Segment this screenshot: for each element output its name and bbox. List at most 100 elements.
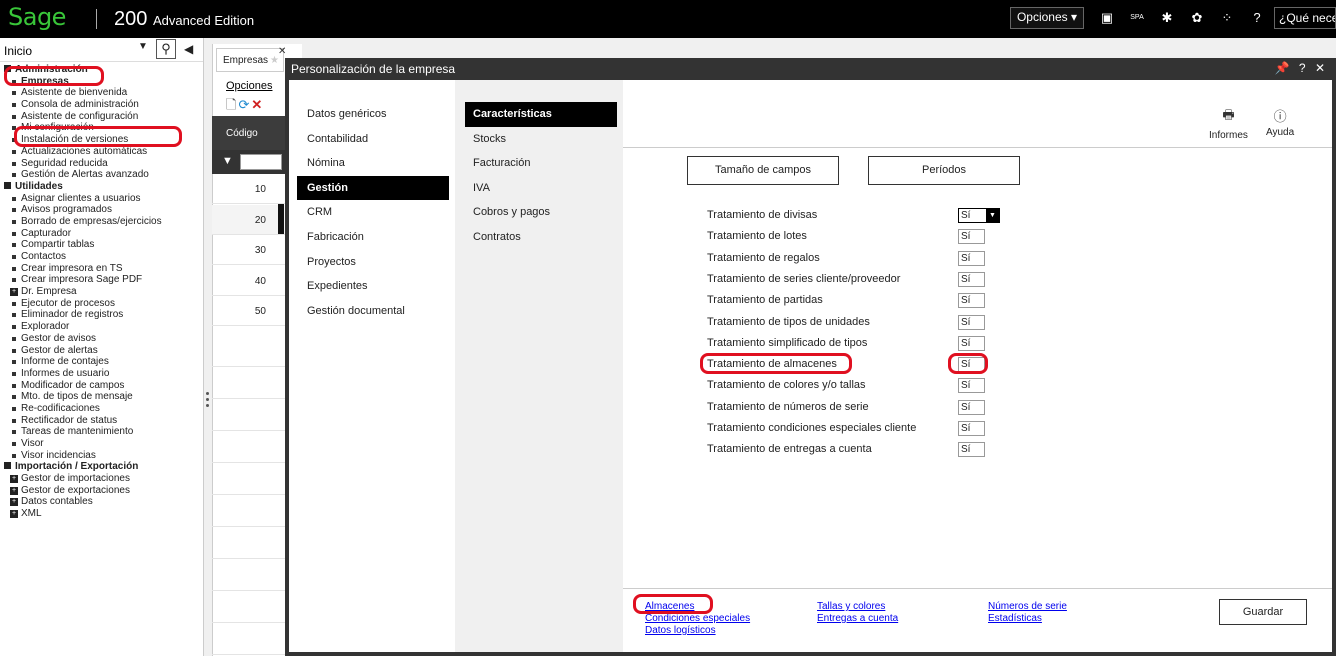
table-row[interactable]: 50 — [212, 296, 288, 326]
table-row[interactable]: 10 — [212, 174, 288, 204]
category-item[interactable]: Fabricación — [289, 225, 455, 250]
help-icon[interactable]: ? — [1299, 61, 1309, 75]
table-row[interactable]: 40 — [212, 266, 288, 296]
sidebar-item[interactable]: + Gestor de exportaciones — [0, 485, 203, 497]
link-datos-logisticos[interactable]: Datos logísticos — [645, 625, 716, 636]
table-row[interactable]: 20 — [212, 204, 288, 235]
setting-value-select[interactable]: Sí ▼ — [958, 208, 1000, 223]
sidebar-item[interactable]: Asistente de bienvenida — [0, 87, 203, 99]
setting-value-select[interactable]: Sí — [958, 293, 985, 309]
delete-icon[interactable]: ✕ — [251, 97, 264, 112]
expand-plus-icon[interactable]: + — [10, 498, 18, 507]
pin-icon[interactable]: 📌 — [1275, 61, 1293, 75]
sidebar-item[interactable]: Gestión de Alertas avanzado — [0, 169, 203, 181]
splitter-handle[interactable] — [206, 392, 210, 412]
sidebar-item[interactable]: Avisos programados — [0, 204, 203, 216]
category-item[interactable]: CRM — [289, 200, 455, 225]
subcategory-item[interactable]: Características — [465, 102, 617, 127]
sidebar-item[interactable]: + Datos contables — [0, 496, 203, 508]
collapse-sidebar-icon[interactable]: ◀ — [184, 42, 193, 56]
search-icon[interactable]: ⚲ — [156, 39, 176, 59]
support-icon[interactable]: ✿ — [1184, 8, 1210, 28]
sidebar-item[interactable]: Seguridad reducida — [0, 158, 203, 170]
sidebar-item[interactable]: Visor — [0, 438, 203, 450]
guardar-button[interactable]: Guardar — [1219, 599, 1307, 625]
sidebar-section[interactable]: Utilidades — [0, 181, 203, 193]
subcategory-item[interactable]: Facturación — [455, 151, 623, 176]
settings-icon[interactable]: ✱ — [1154, 8, 1180, 28]
link-estadisticas[interactable]: Estadísticas — [988, 613, 1042, 624]
setting-value-select[interactable]: Sí — [958, 399, 985, 415]
sidebar-item[interactable]: Asistente de configuración — [0, 111, 203, 123]
sidebar-item[interactable]: Borrado de empresas/ejercicios — [0, 216, 203, 228]
informes-button[interactable]: 🖶 Informes — [1209, 106, 1248, 141]
expand-plus-icon[interactable]: + — [10, 486, 18, 495]
expand-plus-icon[interactable]: + — [10, 510, 18, 519]
filter-input[interactable] — [240, 154, 282, 170]
help-search-input[interactable]: ¿Qué necesit — [1274, 7, 1336, 29]
sidebar-item[interactable]: Contactos — [0, 251, 203, 263]
collapse-square-icon[interactable] — [4, 181, 11, 189]
table-row[interactable]: 30 — [212, 235, 288, 265]
setting-value-select[interactable]: Sí — [958, 442, 985, 458]
category-item[interactable]: Contabilidad — [289, 127, 455, 152]
tab-empresas[interactable]: Empresas ★ — [216, 48, 284, 72]
sidebar-item[interactable]: Mto. de tipos de mensaje — [0, 391, 203, 403]
expand-plus-icon[interactable]: + — [10, 288, 18, 297]
sidebar-item[interactable]: Modificador de campos — [0, 380, 203, 392]
chevron-down-icon[interactable]: ▼ — [138, 41, 148, 52]
close-tab-icon[interactable]: ✕ — [278, 46, 286, 57]
close-icon[interactable]: ✕ — [1315, 61, 1328, 75]
sidebar-item[interactable]: + Dr. Empresa — [0, 286, 203, 298]
chevron-down-icon[interactable]: ▼ — [986, 209, 999, 222]
subcategory-item[interactable]: Cobros y pagos — [455, 200, 623, 225]
category-item[interactable]: Expedientes — [289, 274, 455, 299]
subcategory-item[interactable]: Contratos — [455, 225, 623, 250]
collapse-square-icon[interactable] — [4, 462, 11, 470]
sidebar-item[interactable]: Crear impresora en TS — [0, 263, 203, 275]
help-icon[interactable]: ? — [1244, 8, 1270, 28]
link-tallas-colores[interactable]: Tallas y colores — [817, 601, 885, 612]
link-numeros-serie[interactable]: Números de serie — [988, 601, 1067, 612]
sidebar-item[interactable]: Gestor de avisos — [0, 333, 203, 345]
sidebar-item[interactable]: Tareas de mantenimiento — [0, 426, 203, 438]
category-item[interactable]: Gestión documental — [289, 299, 455, 324]
link-condiciones-especiales[interactable]: Condiciones especiales — [645, 613, 750, 624]
category-item[interactable]: Proyectos — [289, 250, 455, 275]
apps-grid-icon[interactable]: ⁘ — [1214, 8, 1240, 28]
expand-plus-icon[interactable]: + — [10, 475, 18, 484]
sidebar-item[interactable]: Crear impresora Sage PDF — [0, 274, 203, 286]
sidebar-item[interactable]: Eliminador de registros — [0, 309, 203, 321]
opciones-menu-button[interactable]: Opciones ▾ — [1009, 7, 1084, 29]
setting-value-select[interactable]: Sí — [958, 378, 985, 394]
link-entregas-cuenta[interactable]: Entregas a cuenta — [817, 613, 898, 624]
setting-value-select[interactable]: Sí — [958, 335, 985, 351]
setting-value-select[interactable]: Sí — [958, 271, 985, 287]
sidebar-item[interactable]: Actualizaciones automáticas — [0, 146, 203, 158]
setting-value-select[interactable]: Sí — [958, 229, 985, 245]
sidebar-item[interactable]: Compartir tablas — [0, 239, 203, 251]
sidebar-item[interactable]: Informe de contajes — [0, 356, 203, 368]
subcategory-item[interactable]: IVA — [455, 176, 623, 201]
empresas-opciones-menu[interactable]: Opciones — [226, 80, 272, 92]
ayuda-button[interactable]: ⓘ Ayuda — [1266, 106, 1294, 138]
sidebar-item[interactable]: Ejecutor de procesos — [0, 298, 203, 310]
category-item[interactable]: Gestión — [297, 175, 449, 201]
sidebar-item[interactable]: + Gestor de importaciones — [0, 473, 203, 485]
sidebar-section[interactable]: Importación / Exportación — [0, 461, 203, 473]
sidebar-item[interactable]: Rectificador de status — [0, 415, 203, 427]
new-document-icon[interactable]: 🗋 — [226, 97, 238, 112]
sidebar-item[interactable]: Re-codificaciones — [0, 403, 203, 415]
sidebar-item[interactable]: Consola de administración — [0, 99, 203, 111]
subcategory-item[interactable]: Stocks — [455, 127, 623, 152]
language-selector[interactable]: SPA — [1124, 8, 1150, 28]
setting-value-select[interactable]: Sí — [958, 314, 985, 330]
sidebar-item[interactable]: + XML — [0, 508, 203, 520]
column-header-codigo[interactable]: Código — [212, 116, 288, 150]
refresh-icon[interactable]: ⟳ — [238, 97, 251, 112]
sidebar-item[interactable]: Asignar clientes a usuarios — [0, 193, 203, 205]
sidebar-view-select[interactable]: Inicio — [4, 44, 32, 58]
category-item[interactable]: Nómina — [289, 151, 455, 176]
sidebar-item[interactable]: Informes de usuario — [0, 368, 203, 380]
tamano-campos-button[interactable]: Tamaño de campos — [687, 156, 839, 185]
